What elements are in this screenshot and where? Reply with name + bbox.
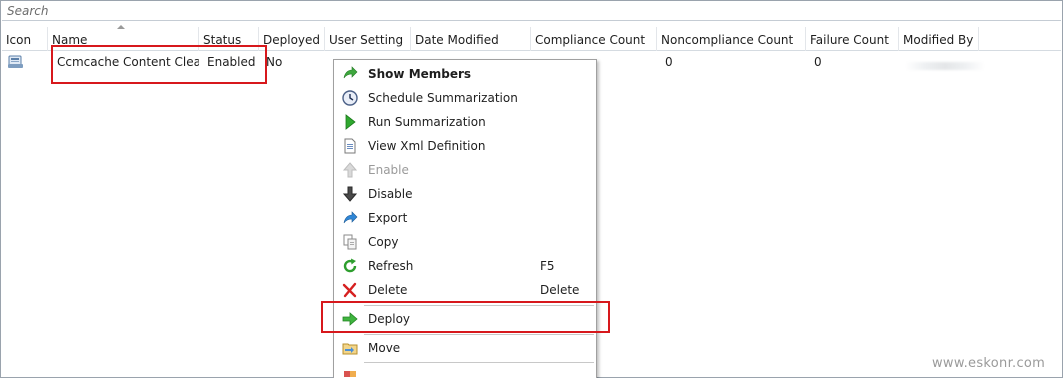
menu-item-run-summarization[interactable]: Run Summarization — [334, 110, 596, 134]
menu-item-copy[interactable]: Copy — [334, 230, 596, 254]
column-header-icon[interactable]: Icon — [2, 27, 48, 51]
delete-x-icon — [342, 282, 358, 298]
row-deployed: No — [266, 55, 283, 69]
clock-icon — [342, 90, 358, 106]
menu-item-refresh[interactable]: Refresh F5 — [334, 254, 596, 278]
menu-item-label: Schedule Summarization — [368, 91, 518, 105]
row-failure-count: 0 — [814, 55, 822, 69]
column-header-date-modified[interactable]: Date Modified — [411, 27, 531, 51]
context-menu: Show Members Schedule Summarization Run … — [333, 59, 597, 378]
menu-item-schedule-summarization[interactable]: Schedule Summarization — [334, 86, 596, 110]
column-header-name[interactable]: Name — [48, 27, 199, 51]
menu-item-label: Run Summarization — [368, 115, 486, 129]
menu-item-move[interactable]: Move — [334, 336, 596, 360]
menu-item-label: Export — [368, 211, 408, 225]
sort-ascending-icon — [117, 25, 125, 29]
arrow-down-icon — [342, 186, 358, 202]
categorize-icon — [342, 369, 358, 378]
watermark: www.eskonr.com — [932, 356, 1046, 371]
menu-item-label: Deploy — [368, 312, 411, 326]
play-icon — [342, 114, 358, 130]
menu-item-shortcut: Delete — [540, 283, 580, 297]
menu-item-label: Enable — [368, 163, 409, 177]
menu-item-partial[interactable] — [334, 365, 596, 378]
menu-item-label: Copy — [368, 235, 399, 249]
search-input[interactable] — [2, 2, 1061, 20]
menu-item-label: Refresh — [368, 259, 414, 273]
copy-icon — [342, 234, 358, 250]
column-header-user-setting[interactable]: User Setting — [325, 27, 411, 51]
arrow-green-icon — [342, 66, 358, 82]
column-header-status[interactable]: Status — [199, 27, 259, 51]
menu-separator — [364, 362, 594, 363]
row-status: Enabled — [207, 55, 256, 69]
column-header-failure-count[interactable]: Failure Count — [806, 27, 899, 51]
menu-item-disable[interactable]: Disable — [334, 182, 596, 206]
menu-item-label: Disable — [368, 187, 413, 201]
menu-separator — [364, 334, 594, 335]
column-header-noncompliance-count[interactable]: Noncompliance Count — [657, 27, 806, 51]
row-noncompliance-count: 0 — [665, 55, 673, 69]
menu-item-enable[interactable]: Enable — [334, 158, 596, 182]
menu-item-shortcut: F5 — [540, 259, 555, 273]
menu-item-deploy[interactable]: Deploy — [334, 307, 596, 331]
console-pane: Icon Name Status Deployed User Setting D… — [0, 0, 1063, 378]
menu-item-label: View Xml Definition — [368, 139, 486, 153]
arrow-up-icon — [342, 162, 358, 178]
menu-item-label: Show Members — [368, 67, 472, 81]
menu-item-show-members[interactable]: Show Members — [334, 62, 596, 86]
menu-item-delete[interactable]: Delete Delete — [334, 278, 596, 302]
menu-item-label: Move — [368, 341, 401, 355]
column-header-modified-by[interactable]: Modified By — [899, 27, 979, 51]
menu-item-export[interactable]: Export — [334, 206, 596, 230]
export-arrow-icon — [342, 210, 358, 226]
configuration-item-icon — [8, 55, 23, 69]
menu-item-label: Delete — [368, 283, 408, 297]
document-icon — [342, 138, 358, 154]
redacted-modified-by — [905, 62, 985, 70]
column-header-compliance-count[interactable]: Compliance Count — [531, 27, 657, 51]
column-header-deployed[interactable]: Deployed — [259, 27, 325, 51]
search-bar[interactable] — [2, 2, 1061, 21]
menu-separator — [364, 305, 594, 306]
menu-item-view-xml-definition[interactable]: View Xml Definition — [334, 134, 596, 158]
refresh-icon — [342, 258, 358, 274]
deploy-arrow-icon — [342, 311, 358, 327]
folder-icon — [342, 340, 358, 356]
column-header-row: Icon Name Status Deployed User Setting D… — [2, 25, 1061, 51]
row-name: Ccmcache Content Clea... — [57, 55, 199, 69]
